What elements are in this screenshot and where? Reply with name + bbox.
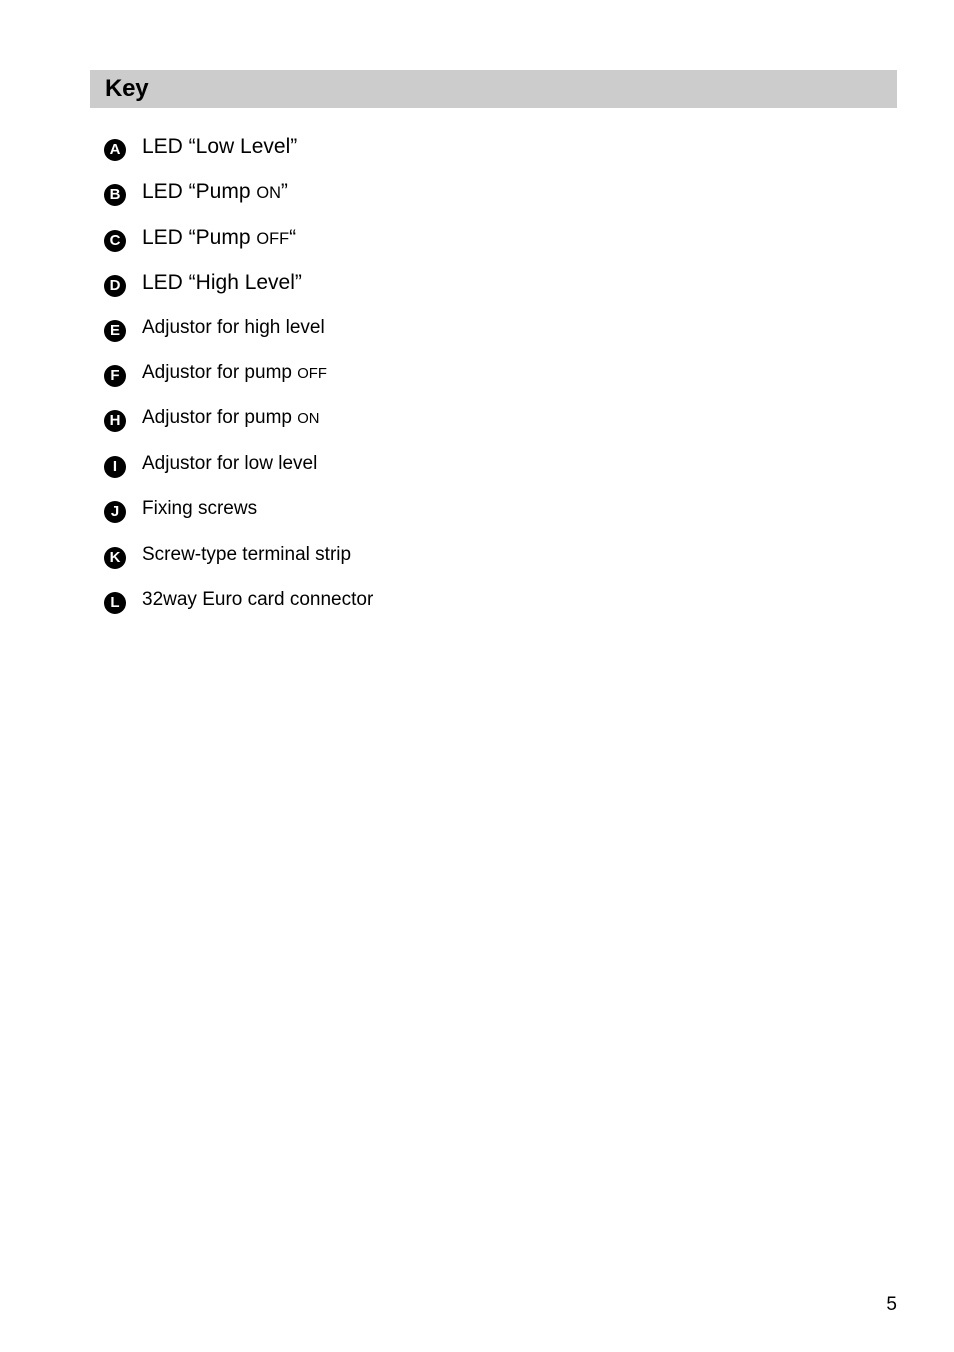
key-item-label-text: Fixing screws [142, 498, 258, 520]
key-item-label: Adjustor for pump OFF [142, 361, 864, 383]
key-item-label-smallcaps: OFF [297, 365, 327, 382]
key-list-item: B LED “Pump ON” [104, 181, 864, 226]
key-item-label-smallcaps: ON [297, 411, 320, 428]
key-item-label: LED “Pump ON” [142, 181, 864, 203]
key-badge-letter-icon: A [104, 139, 126, 161]
key-item-label-text: LED “High Level” [142, 271, 302, 295]
key-list-item: D LED “High Level” [104, 272, 864, 317]
document-page: Key A LED “Low Level” B LED “Pump ON” C LED “… [0, 0, 954, 1352]
key-badge-letter-icon: D [104, 275, 126, 298]
key-item-label: Adjustor for low level [142, 452, 864, 474]
key-item-label: Adjustor for pump ON [142, 408, 864, 428]
key-list-item: A LED “Low Level” [104, 135, 864, 181]
key-badge-letter-icon: K [104, 546, 126, 569]
key-badge-letter-icon: B [104, 184, 126, 207]
key-badge-letter-icon: F [104, 364, 126, 387]
key-item-label-text: Adjustor for pump [142, 361, 298, 383]
key-item-label-smallcaps: OFF [256, 229, 290, 248]
key-list-item: F Adjustor for pump OFF [104, 361, 864, 408]
key-item-label: LED “Pump OFF“ [142, 225, 864, 249]
key-item-label: LED “Low Level” [142, 135, 864, 158]
key-item-label-smallcaps: ON [256, 184, 281, 203]
key-item-label: 32way Euro card connector [142, 588, 864, 610]
key-badge-letter-icon: H [104, 410, 126, 433]
key-item-label-text: Screw-type terminal strip [142, 543, 352, 565]
key-list: A LED “Low Level” B LED “Pump ON” C LED “Pump… [104, 135, 864, 635]
key-list-item: H Adjustor for pump ON [104, 408, 864, 453]
key-item-label: Adjustor for high level [142, 316, 864, 338]
page-number: 5 [886, 1294, 897, 1315]
key-item-label: Fixing screws [142, 499, 864, 519]
key-badge-letter-icon: J [104, 501, 126, 524]
key-item-label-text: LED “Low Level” [142, 135, 298, 158]
key-item-label-text: Adjustor for low level [142, 452, 318, 474]
key-item-label-text: LED “Pump [142, 180, 257, 204]
key-list-item: C LED “Pump OFF“ [104, 225, 864, 272]
key-badge-letter-icon: L [104, 591, 126, 614]
key-item-label-text: 32way Euro card connector [142, 588, 374, 610]
key-list-item: L 32way Euro card connector [104, 588, 864, 635]
key-item-label-suffix: “ [289, 225, 297, 249]
key-item-label-text: Adjustor for pump [142, 407, 298, 429]
key-list-item: J Fixing screws [104, 499, 864, 544]
section-header-bar: Key [90, 70, 897, 108]
page-title: Key [105, 75, 149, 102]
key-list-item: E Adjustor for high level [104, 316, 864, 363]
key-badge-letter-icon: C [104, 229, 126, 252]
key-badge-letter-icon: I [104, 455, 126, 478]
key-badge-letter-icon: E [104, 319, 126, 342]
key-item-label: Screw-type terminal strip [142, 543, 864, 565]
key-item-label-text: LED “Pump [142, 225, 257, 249]
key-item-label-text: Adjustor for high level [142, 316, 325, 338]
key-item-label-suffix: ” [280, 180, 288, 204]
key-list-item: I Adjustor for low level [104, 452, 864, 499]
key-list-item: K Screw-type terminal strip [104, 543, 864, 590]
key-item-label: LED “High Level” [142, 272, 864, 294]
